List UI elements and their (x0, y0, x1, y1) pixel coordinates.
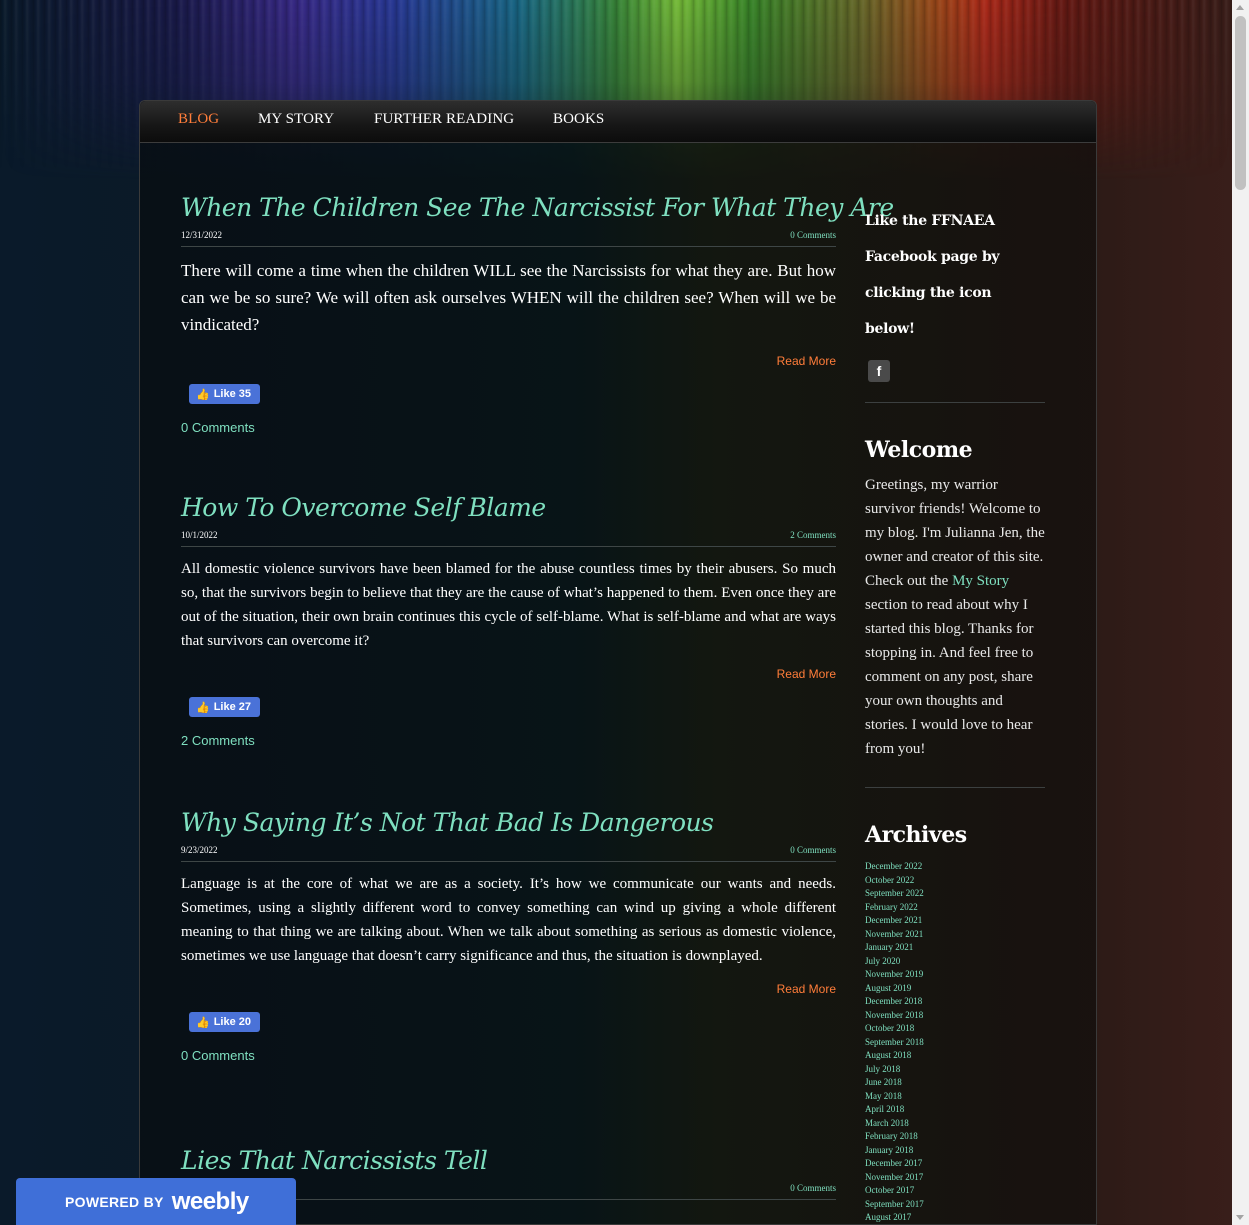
page-scrollbar[interactable] (1232, 0, 1249, 1225)
like-count: Like 35 (213, 388, 252, 400)
archive-link[interactable]: December 2022 (865, 860, 1045, 874)
post-title[interactable]: Why Saying It’s Not That Bad Is Dangerou… (181, 808, 836, 837)
sidebar: Like the FFNAEA Facebook page by clickin… (865, 203, 1045, 1225)
post-excerpt: There will come a time when the children… (181, 261, 836, 334)
post-date: 9/23/2022 (181, 845, 218, 855)
sidebar-divider (865, 402, 1045, 403)
archive-link[interactable]: September 2022 (865, 887, 1045, 901)
post-title[interactable]: How To Overcome Self Blame (181, 493, 836, 522)
facebook-icon[interactable]: f (868, 360, 890, 382)
facebook-like-button[interactable]: 👍 Like 20 (189, 1012, 261, 1032)
archive-link[interactable]: October 2022 (865, 874, 1045, 888)
like-count: Like 27 (213, 701, 252, 713)
post-excerpt: Language is at the core of what we are a… (181, 876, 836, 964)
archive-link[interactable]: September 2018 (865, 1036, 1045, 1050)
thumbs-up-icon: 👍 (196, 1016, 210, 1029)
facebook-like-button[interactable]: 👍 Like 35 (189, 384, 261, 404)
thumbs-up-icon: 👍 (196, 388, 210, 401)
archives-list: December 2022 October 2022 September 202… (865, 860, 1045, 1225)
archive-link[interactable]: October 2018 (865, 1022, 1045, 1036)
archive-link[interactable]: December 2018 (865, 995, 1045, 1009)
read-more-link[interactable]: Read More (181, 982, 836, 996)
archive-link[interactable]: November 2019 (865, 968, 1045, 982)
post-comments-link[interactable]: 0 Comments (790, 230, 836, 240)
archive-link[interactable]: January 2018 (865, 1144, 1045, 1158)
archive-link[interactable]: August 2019 (865, 982, 1045, 996)
archive-link[interactable]: May 2018 (865, 1090, 1045, 1104)
post-comments-count[interactable]: 0 Comments (181, 420, 836, 435)
archive-link[interactable]: March 2018 (865, 1117, 1045, 1131)
weebly-logo: weebly (171, 1187, 250, 1215)
archive-link[interactable]: February 2018 (865, 1130, 1045, 1144)
post-meta: 12/31/2022 0 Comments (181, 230, 836, 247)
archive-link[interactable]: November 2017 (865, 1171, 1045, 1185)
archive-link[interactable]: April 2018 (865, 1103, 1045, 1117)
archive-link[interactable]: October 2017 (865, 1184, 1045, 1198)
page-container: BLOG MY STORY FURTHER READING BOOKS When… (139, 100, 1097, 1225)
sidebar-divider (865, 787, 1045, 788)
archive-link[interactable]: August 2017 (865, 1211, 1045, 1225)
post-comments-link[interactable]: 0 Comments (790, 1183, 836, 1193)
post-title[interactable]: Lies That Narcissists Tell (181, 1146, 836, 1175)
blog-post: When The Children See The Narcissist For… (181, 193, 894, 435)
facebook-promo-line: Like the FFNAEA (865, 213, 995, 229)
post-comments-count[interactable]: 2 Comments (181, 733, 836, 748)
facebook-promo-line: clicking the icon below! (865, 285, 992, 337)
nav-item-blog[interactable]: BLOG (178, 111, 219, 128)
post-comments-count[interactable]: 0 Comments (181, 1048, 836, 1063)
archive-link[interactable]: February 2022 (865, 901, 1045, 915)
facebook-promo-line: Facebook page by (865, 249, 1000, 265)
read-more-link[interactable]: Read More (181, 667, 836, 681)
nav-item-books[interactable]: BOOKS (553, 111, 604, 128)
archive-link[interactable]: August 2018 (865, 1049, 1045, 1063)
powered-by-weebly-badge[interactable]: POWERED BY weebly (16, 1178, 296, 1225)
blog-post: How To Overcome Self Blame 10/1/2022 2 C… (181, 493, 836, 748)
scroll-down-arrow-icon[interactable] (1236, 1215, 1244, 1220)
scrollbar-thumb[interactable] (1235, 16, 1246, 190)
archive-link[interactable]: January 2021 (865, 941, 1045, 955)
nav-item-further-reading[interactable]: FURTHER READING (374, 111, 514, 128)
read-more-link[interactable]: Read More (181, 354, 836, 368)
powered-by-label: POWERED BY (65, 1193, 164, 1210)
post-meta: 10/1/2022 2 Comments (181, 530, 836, 547)
facebook-like-button[interactable]: 👍 Like 27 (189, 697, 261, 717)
post-comments-link[interactable]: 0 Comments (790, 845, 836, 855)
my-story-link[interactable]: My Story (952, 573, 1009, 589)
post-date: 12/31/2022 (181, 230, 223, 240)
archive-link[interactable]: December 2021 (865, 914, 1045, 928)
like-count: Like 20 (213, 1016, 252, 1028)
archive-link[interactable]: July 2018 (865, 1063, 1045, 1077)
post-meta: 9/23/2022 0 Comments (181, 845, 836, 862)
blog-post: Why Saying It’s Not That Bad Is Dangerou… (181, 808, 836, 1063)
archive-link[interactable]: November 2021 (865, 928, 1045, 942)
post-date: 10/1/2022 (181, 530, 218, 540)
welcome-text: Greetings, my warrior survivor friends! … (865, 473, 1045, 761)
welcome-text-outro: section to read about why I started this… (865, 597, 1034, 757)
thumbs-up-icon: 👍 (196, 701, 210, 714)
archive-link[interactable]: June 2018 (865, 1076, 1045, 1090)
nav-item-my-story[interactable]: MY STORY (258, 111, 334, 128)
post-comments-link[interactable]: 2 Comments (790, 530, 836, 540)
post-excerpt: All domestic violence survivors have bee… (181, 561, 836, 649)
scroll-up-arrow-icon[interactable] (1236, 5, 1244, 10)
top-nav: BLOG MY STORY FURTHER READING BOOKS (140, 101, 1096, 143)
archive-link[interactable]: July 2020 (865, 955, 1045, 969)
post-title[interactable]: When The Children See The Narcissist For… (181, 193, 894, 222)
archives-heading: Archives (865, 822, 967, 848)
archive-link[interactable]: December 2017 (865, 1157, 1045, 1171)
archive-link[interactable]: September 2017 (865, 1198, 1045, 1212)
archive-link[interactable]: November 2018 (865, 1009, 1045, 1023)
welcome-heading: Welcome (865, 437, 973, 463)
